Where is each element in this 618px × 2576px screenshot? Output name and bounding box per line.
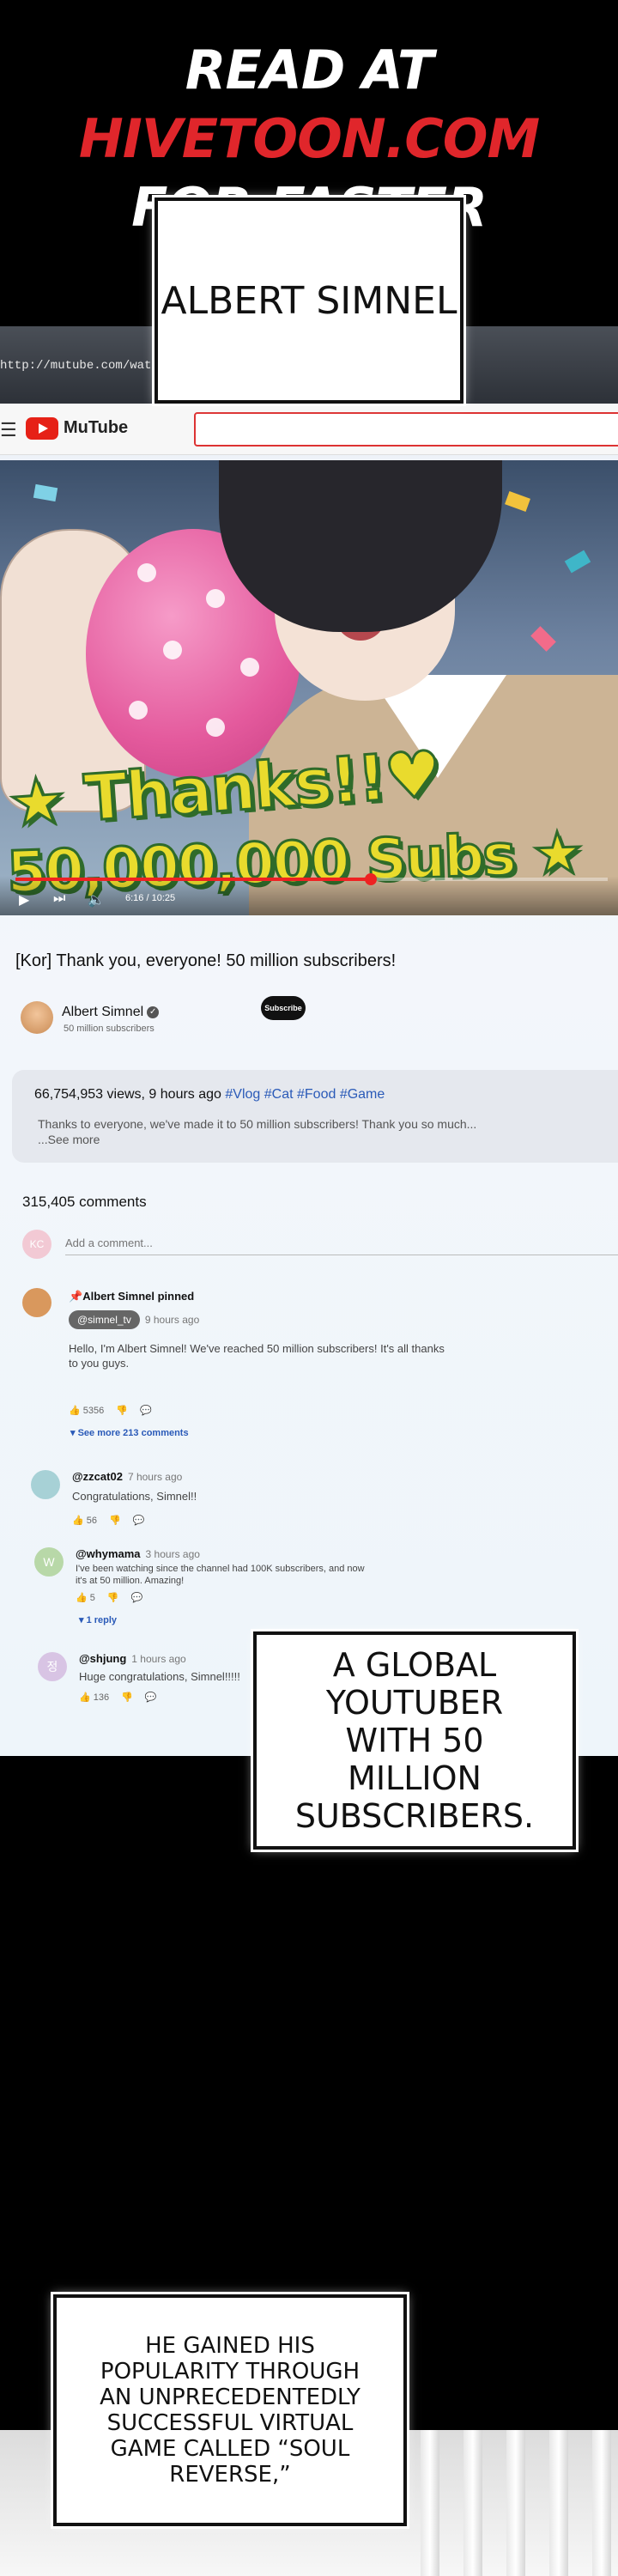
- railing: [506, 2430, 525, 2576]
- comment-author[interactable]: @shjung: [79, 1652, 126, 1665]
- video-time: 6:16 / 10:25: [125, 893, 176, 903]
- like-icon[interactable]: 👍 136: [79, 1692, 109, 1703]
- confetti: [33, 483, 58, 502]
- user-avatar: KC: [22, 1230, 52, 1259]
- pin-icon: 📌: [69, 1290, 83, 1303]
- like-icon[interactable]: 👍 56: [72, 1516, 97, 1526]
- like-icon[interactable]: 👍 5: [76, 1593, 95, 1603]
- comment-avatar[interactable]: [31, 1470, 60, 1499]
- banner-line-1: READ AT HIVETOON.COM: [0, 0, 618, 173]
- confetti: [505, 491, 530, 512]
- comment-time: 3 hours ago: [145, 1548, 200, 1560]
- dislike-icon[interactable]: 👎: [109, 1516, 121, 1526]
- reply-icon[interactable]: 💬: [131, 1593, 143, 1603]
- progress-bar[interactable]: [15, 873, 608, 885]
- video-player[interactable]: ★ Thanks!!♥ 50,000,000 Subs ★ ▶ ⏭ 🔈 6:16…: [0, 460, 618, 915]
- comment-header: @whymama 3 hours ago: [76, 1547, 200, 1560]
- subscribe-button[interactable]: Subscribe: [261, 996, 306, 1020]
- description-text: Thanks to everyone, we've made it to 50 …: [38, 1116, 518, 1147]
- next-icon[interactable]: ⏭: [53, 891, 65, 907]
- comment-actions: 👍 56 👎 💬: [72, 1515, 156, 1526]
- channel-subscribers: 50 million subscribers: [64, 1024, 154, 1034]
- comment-time: 9 hours ago: [144, 1314, 200, 1326]
- add-comment-input[interactable]: [65, 1236, 618, 1255]
- dislike-icon[interactable]: 👎: [121, 1692, 133, 1703]
- channel-name-text: Albert Simnel: [62, 1005, 144, 1019]
- views-line: 66,754,953 views, 9 hours ago #Vlog #Cat…: [34, 1087, 385, 1103]
- railing: [464, 2430, 482, 2576]
- dislike-icon[interactable]: 👎: [116, 1406, 128, 1416]
- video-title: [Kor] Thank you, everyone! 50 million su…: [15, 951, 397, 970]
- views-text: 66,754,953 views, 9 hours ago: [34, 1087, 221, 1102]
- comment-author[interactable]: @simnel_tv: [69, 1310, 140, 1329]
- comment-count: 315,405 comments: [22, 1194, 147, 1210]
- confetti: [530, 626, 556, 652]
- progress-knob[interactable]: [365, 873, 377, 885]
- comment-actions: 👍 5356 👎 💬: [69, 1405, 164, 1416]
- mutube-header: ☰ MuTube: [0, 404, 618, 455]
- see-more-link[interactable]: ...See more: [38, 1133, 100, 1146]
- mutube-screen-panel: http://mutube.com/watch?v ☰ MuTube ★ Tha…: [0, 326, 618, 1756]
- comment-pinned: 📌Albert Simnel pinned @simnel_tv 9 hours …: [22, 1288, 469, 1443]
- railing: [592, 2430, 611, 2576]
- comment-header: @zzcat02 7 hours ago: [72, 1470, 182, 1483]
- banner-prefix: READ AT: [185, 39, 433, 101]
- pinned-text: Albert Simnel pinned: [82, 1290, 195, 1303]
- confetti: [564, 550, 591, 574]
- comment-avatar[interactable]: W: [34, 1547, 64, 1577]
- channel-name[interactable]: Albert Simnel ✓: [62, 1005, 160, 1020]
- mutube-logo-icon[interactable]: [26, 417, 58, 440]
- player-controls: ▶ ⏭ 🔈 6:16 / 10:25: [0, 873, 618, 915]
- comment-avatar[interactable]: 정: [38, 1652, 67, 1681]
- verified-icon: ✓: [147, 1005, 160, 1018]
- comment-header: @shjung 1 hours ago: [79, 1652, 186, 1665]
- description-body: Thanks to everyone, we've made it to 50 …: [38, 1117, 477, 1131]
- comment-author[interactable]: @zzcat02: [72, 1470, 123, 1483]
- banner-site: HIVETOON.COM: [78, 107, 540, 170]
- progress-fill: [15, 878, 371, 881]
- url-bar[interactable]: http://mutube.com/watch?v: [0, 359, 180, 373]
- reply-icon[interactable]: 💬: [140, 1406, 152, 1416]
- search-input[interactable]: [194, 412, 618, 447]
- replies-link[interactable]: ▾ 1 reply: [79, 1614, 117, 1625]
- caption-name: ALBERT SIMNEL: [154, 197, 464, 404]
- comment-actions: 👍 5 👎 💬: [76, 1592, 154, 1603]
- like-icon[interactable]: 👍 5356: [69, 1406, 104, 1416]
- comment-text: Hello, I'm Albert Simnel! We've reached …: [69, 1342, 445, 1370]
- comment-actions: 👍 136 👎 💬: [79, 1692, 169, 1703]
- hamburger-icon[interactable]: ☰: [0, 419, 17, 441]
- dislike-icon[interactable]: 👎: [107, 1593, 119, 1603]
- promo-banner: READ AT HIVETOON.COM FOR FASTER UPDATES!: [0, 0, 618, 307]
- comment-time: 1 hours ago: [131, 1653, 186, 1665]
- comment-text: I've been watching since the channel had…: [76, 1564, 365, 1586]
- see-more-comments[interactable]: ▾ See more 213 comments: [70, 1427, 189, 1438]
- comment-item: @zzcat02 7 hours ago Congratulations, Sim…: [31, 1470, 477, 1539]
- railing: [421, 2430, 439, 2576]
- pinned-label: 📌Albert Simnel pinned: [69, 1290, 194, 1303]
- comment-author-row: @simnel_tv 9 hours ago: [69, 1310, 199, 1329]
- comment-item: W @whymama 3 hours ago I've been watching…: [34, 1547, 481, 1642]
- hashtags[interactable]: #Vlog #Cat #Food #Game: [225, 1087, 385, 1102]
- railing: [549, 2430, 568, 2576]
- caption-popularity: HE GAINED HIS POPULARITY THROUGH AN UNPR…: [53, 2294, 407, 2526]
- comment-time: 7 hours ago: [127, 1471, 183, 1483]
- description-box[interactable]: 66,754,953 views, 9 hours ago #Vlog #Cat…: [12, 1070, 618, 1163]
- comment-author[interactable]: @whymama: [76, 1547, 141, 1560]
- comment-text: Congratulations, Simnel!!: [72, 1490, 197, 1503]
- play-icon[interactable]: ▶: [19, 891, 29, 908]
- reply-icon[interactable]: 💬: [133, 1516, 145, 1526]
- channel-avatar[interactable]: [21, 1001, 53, 1034]
- caption-youtuber: A GLOBAL YOUTUBER WITH 50 MILLION SUBSCR…: [253, 1631, 576, 1850]
- comment-avatar[interactable]: [22, 1288, 52, 1317]
- mutube-brand[interactable]: MuTube: [64, 418, 128, 438]
- reply-icon[interactable]: 💬: [145, 1692, 157, 1703]
- volume-icon[interactable]: 🔈: [88, 891, 105, 908]
